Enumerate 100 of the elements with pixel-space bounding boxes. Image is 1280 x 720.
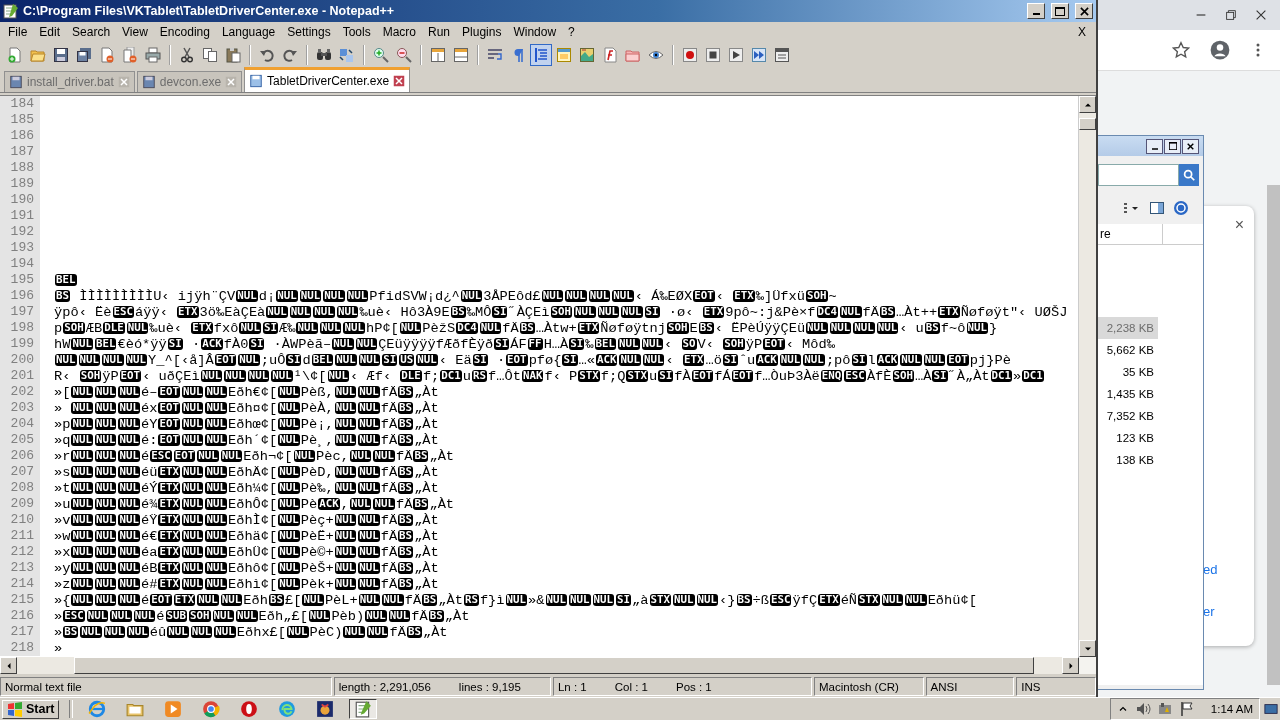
maximize-icon xyxy=(1055,6,1065,16)
menu-item[interactable]: View xyxy=(116,23,154,40)
file-size[interactable]: 123 KB xyxy=(1098,427,1158,449)
file-size[interactable]: 1,435 KB xyxy=(1098,383,1158,405)
scroll-down-button[interactable] xyxy=(1079,640,1096,657)
menu-item[interactable]: ? xyxy=(562,23,581,40)
scrollbar-thumb[interactable] xyxy=(1267,185,1280,685)
code-text: „Àt xyxy=(414,384,439,400)
control-character: NUL xyxy=(197,594,219,606)
scrollbar-thumb[interactable] xyxy=(1079,118,1096,130)
menu-item[interactable]: Window xyxy=(507,23,563,40)
control-character: BS xyxy=(398,546,414,558)
menu-item[interactable]: Encoding xyxy=(153,23,216,40)
speaker-icon[interactable] xyxy=(1134,701,1151,717)
close-document-button[interactable]: X xyxy=(1070,24,1094,39)
start-button[interactable]: Start xyxy=(2,699,60,719)
control-character: SI xyxy=(616,594,632,606)
control-character: NUL xyxy=(271,370,293,382)
network-icon[interactable] xyxy=(1156,701,1173,717)
code-text: …Àtw+ xyxy=(535,320,577,336)
scroll-right-button[interactable] xyxy=(1062,657,1079,674)
code-text: f; xyxy=(422,368,440,384)
clock[interactable]: 1:14 AM xyxy=(1210,703,1253,715)
code-text: fÄ xyxy=(411,608,428,624)
notepad-button[interactable] xyxy=(349,699,378,719)
code-text: »w xyxy=(54,528,71,544)
file-size[interactable]: 5,662 KB xyxy=(1098,339,1158,361)
control-character: BS xyxy=(736,594,752,606)
control-character: BS xyxy=(406,626,422,638)
show-desktop-icon[interactable] xyxy=(1264,701,1278,717)
code-text: Eðhä¢[ xyxy=(227,528,278,544)
code-text: · xyxy=(191,336,201,352)
control-character: BS xyxy=(268,594,284,606)
code-text: ÿfÇ xyxy=(792,592,818,608)
minimize-icon xyxy=(1151,148,1158,150)
menu-item[interactable]: File xyxy=(2,23,34,40)
file-size[interactable]: 7,352 KB xyxy=(1098,405,1158,427)
line-number: 199 xyxy=(0,336,40,352)
code-text: ÌÌÌÌÌÌÌÌÌU‹ ijÿh¨ÇV xyxy=(78,288,236,304)
flag-icon[interactable] xyxy=(1178,701,1195,717)
code-text: EðhÄ¢[ xyxy=(227,464,278,480)
control-character: ETX xyxy=(733,290,755,302)
control-character: NUL xyxy=(94,498,117,510)
menu-item[interactable]: Macro xyxy=(376,23,422,40)
link[interactable]: ed xyxy=(1203,562,1218,577)
avatar-icon[interactable] xyxy=(1210,40,1230,60)
menu-item[interactable]: Settings xyxy=(281,23,337,40)
code-text: fxô xyxy=(213,320,239,336)
link[interactable]: er xyxy=(1203,604,1215,619)
control-character: NUL xyxy=(399,322,422,334)
control-character: NUL xyxy=(190,626,213,638)
menu-item[interactable]: Tools xyxy=(336,23,377,40)
control-character: BS xyxy=(398,466,414,478)
control-character: ETX xyxy=(158,530,180,542)
scroll-up-button[interactable] xyxy=(1079,96,1096,113)
close-icon[interactable] xyxy=(1254,8,1268,22)
file-size[interactable]: 35 KB xyxy=(1098,361,1158,383)
preview-pane-icon[interactable] xyxy=(1149,200,1165,216)
code-text: áÿÿ‹ xyxy=(135,304,169,320)
code-text: Pè©+ xyxy=(300,544,334,560)
menu-item[interactable]: Run xyxy=(422,23,457,40)
code-text: „Àt xyxy=(444,608,470,624)
minimize-button[interactable] xyxy=(1146,138,1163,154)
file-size[interactable]: 2,238 KB xyxy=(1098,317,1158,339)
control-character: DLE xyxy=(400,370,422,382)
code-text: Pèß, xyxy=(300,384,334,400)
scrollbar-thumb[interactable] xyxy=(74,657,1034,674)
file-type-label: Normal text file xyxy=(5,680,82,693)
file-size[interactable]: 138 KB xyxy=(1098,449,1158,471)
control-character: EOT xyxy=(691,370,714,382)
control-character: ESC xyxy=(769,594,792,606)
code-text: €èó*ÿÿ xyxy=(117,336,167,352)
search-field[interactable] xyxy=(1098,164,1179,186)
file-tab[interactable]: TabletDriverCenter.exe xyxy=(244,67,411,92)
maximize-button[interactable] xyxy=(1164,138,1181,154)
control-character: NUL xyxy=(358,354,381,366)
code-text: éŸ xyxy=(141,512,158,528)
help-icon[interactable] xyxy=(1173,200,1189,216)
control-character: SI xyxy=(658,370,674,382)
menu-item[interactable]: Search xyxy=(66,23,117,40)
close-button[interactable] xyxy=(1182,138,1199,154)
menu-item[interactable]: Language xyxy=(215,23,282,40)
star-icon[interactable] xyxy=(1172,41,1190,59)
close-button[interactable]: × xyxy=(1234,216,1244,234)
code-text: PèŠ+ xyxy=(300,560,334,576)
code-text: é xyxy=(141,448,150,464)
control-character: NUL xyxy=(388,610,411,622)
code-text: ‹ ËPèÚÿÿÇEü xyxy=(714,320,806,336)
search-button[interactable] xyxy=(1179,164,1199,186)
close-icon[interactable] xyxy=(393,75,406,87)
control-character: NUL xyxy=(327,370,350,382)
line-number: 195 xyxy=(0,272,40,288)
menu-item[interactable]: Edit xyxy=(33,23,67,40)
control-character: EOT xyxy=(506,354,528,366)
restore-icon[interactable] xyxy=(1224,8,1238,22)
control-character: US xyxy=(399,354,415,366)
control-character: NUL xyxy=(592,594,615,606)
scroll-left-button[interactable] xyxy=(0,657,17,674)
menu-item[interactable]: Plugins xyxy=(456,23,508,40)
control-character: NUL xyxy=(205,386,227,398)
